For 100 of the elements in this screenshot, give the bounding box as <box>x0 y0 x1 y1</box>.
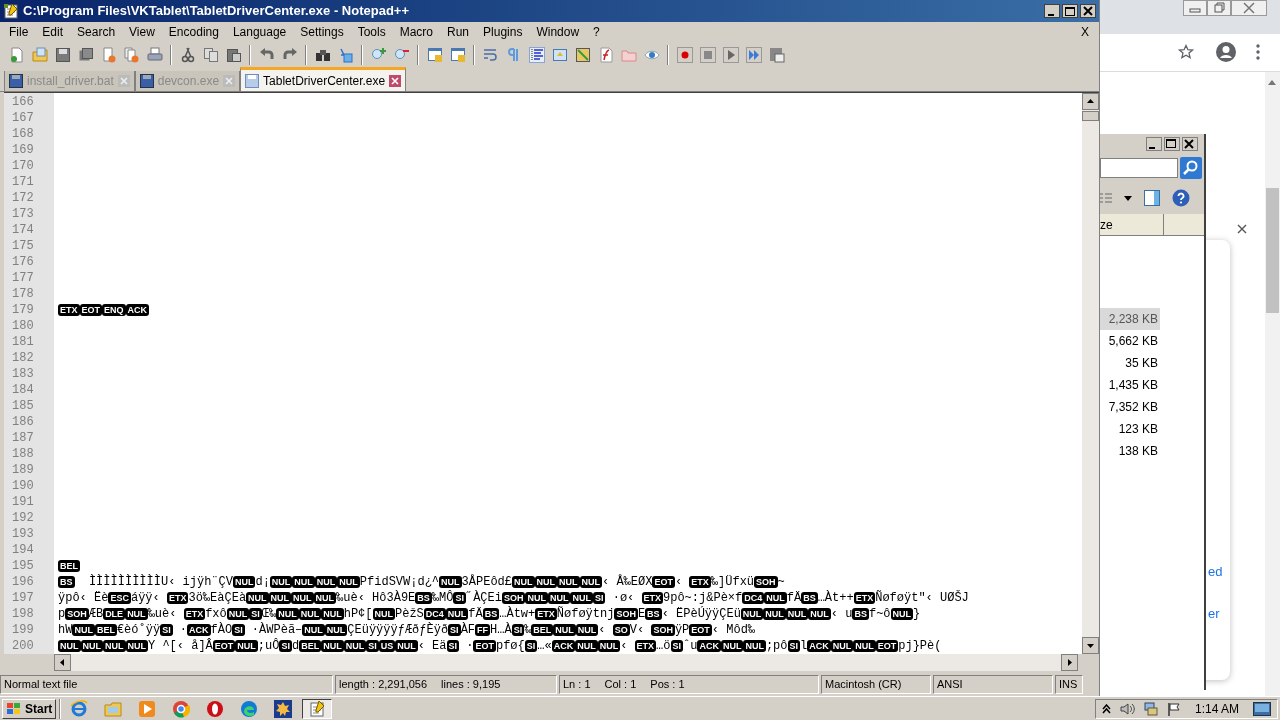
tab-label[interactable]: TabletDriverCenter.exe <box>263 71 386 90</box>
start-button[interactable]: Start <box>2 698 57 719</box>
control-char-badge: NUL <box>534 576 557 588</box>
scrollbar-thumb[interactable] <box>1266 188 1279 313</box>
dropdown-caret-icon[interactable] <box>1124 195 1132 201</box>
file-size[interactable]: 35 KB <box>1100 352 1160 374</box>
media-player-icon[interactable] <box>138 699 157 718</box>
menu-item[interactable]: Language <box>225 23 294 41</box>
line-number: 193 <box>11 526 35 542</box>
close-icon[interactable] <box>1080 4 1096 18</box>
close-document-button[interactable]: X <box>1073 23 1097 41</box>
file-size[interactable]: 138 KB <box>1100 440 1160 462</box>
file-size[interactable]: 2,238 KB <box>1100 308 1160 330</box>
menu-item[interactable]: Tools <box>350 23 393 41</box>
network-icon[interactable] <box>1142 701 1159 716</box>
replace-icon[interactable] <box>337 47 354 63</box>
function-list-icon[interactable] <box>597 47 614 63</box>
menu-item[interactable]: Encoding <box>161 23 226 41</box>
play-icon[interactable] <box>722 47 739 63</box>
menu-item[interactable]: Search <box>70 23 123 41</box>
menu-item[interactable]: Plugins <box>476 23 530 41</box>
speaker-icon[interactable] <box>1118 701 1135 716</box>
save-macro-icon[interactable] <box>768 47 785 63</box>
new-file-icon[interactable] <box>8 47 25 63</box>
chrome-icon[interactable] <box>172 699 191 718</box>
control-char-badge: SI <box>160 624 173 636</box>
close-icon[interactable] <box>1182 137 1198 151</box>
search-icon[interactable] <box>1180 157 1202 179</box>
minimize-icon[interactable] <box>1146 137 1162 151</box>
record-icon[interactable] <box>676 47 693 63</box>
help-icon[interactable] <box>1172 189 1190 207</box>
indent-guide-icon[interactable] <box>528 47 545 63</box>
burst-icon[interactable] <box>274 699 293 718</box>
code-text: p <box>58 606 66 622</box>
scroll-left-icon[interactable] <box>54 654 71 671</box>
menu-item[interactable]: Run <box>440 23 477 41</box>
code-text: 3ö‰EàÇEà <box>188 590 247 606</box>
menu-item[interactable]: Macro <box>392 23 440 41</box>
menu-item[interactable]: File <box>2 23 36 41</box>
search-field[interactable] <box>1100 158 1178 178</box>
scroll-down-icon[interactable] <box>1082 637 1099 654</box>
fast-forward-icon[interactable] <box>745 47 762 63</box>
status-text: ANSI <box>937 677 963 692</box>
code-text: ‰ <box>524 622 532 638</box>
sync-horizontal-icon[interactable] <box>449 47 466 63</box>
line-number: 168 <box>11 126 35 142</box>
edge-icon[interactable] <box>240 699 259 718</box>
copy-icon[interactable] <box>202 47 219 63</box>
restore-icon[interactable] <box>1207 0 1231 16</box>
flag-icon[interactable] <box>1166 701 1181 716</box>
browser-e-icon[interactable] <box>70 699 89 718</box>
map-icon[interactable] <box>574 47 591 63</box>
menu-item[interactable]: Edit <box>35 23 71 41</box>
save-all-icon[interactable] <box>77 47 94 63</box>
file-size[interactable]: 5,662 KB <box>1100 330 1160 352</box>
print-icon[interactable] <box>146 47 163 63</box>
word-wrap-icon[interactable] <box>482 47 499 63</box>
menu-item[interactable]: Settings <box>293 23 351 41</box>
file-size[interactable]: 1,435 KB <box>1100 374 1160 396</box>
menu-item[interactable]: View <box>122 23 162 41</box>
file-tab[interactable]: TabletDriverCenter.exe <box>240 67 407 91</box>
close-all-icon[interactable] <box>123 47 140 63</box>
maximize-icon[interactable] <box>1062 4 1078 18</box>
preview-pane-icon[interactable] <box>1144 190 1160 206</box>
control-char-badge: ETX <box>183 608 206 620</box>
file-size[interactable]: 123 KB <box>1100 418 1160 440</box>
chevron-up-icon[interactable] <box>1101 703 1111 714</box>
cut-icon[interactable] <box>179 47 196 63</box>
close-icon[interactable] <box>1237 224 1247 234</box>
stop-icon[interactable] <box>699 47 716 63</box>
star-icon[interactable] <box>1178 44 1194 60</box>
profile-icon[interactable] <box>1216 42 1236 62</box>
paste-icon[interactable] <box>225 47 242 63</box>
more-menu-icon[interactable] <box>1256 44 1260 60</box>
sync-vertical-icon[interactable] <box>426 47 443 63</box>
code-text: ‹ <box>598 622 607 638</box>
line-number: 166 <box>11 94 35 110</box>
save-icon[interactable] <box>54 47 71 63</box>
code-text: PèžS <box>395 606 424 622</box>
scroll-up-icon[interactable] <box>1082 93 1099 110</box>
menu-item[interactable]: Window <box>529 23 587 41</box>
control-char-badge: BEL <box>58 560 80 572</box>
notepad-icon[interactable] <box>308 699 327 718</box>
save-icon <box>245 73 260 88</box>
code-text: ‰uè‹ Hô3À9E <box>336 590 416 606</box>
menu-item[interactable]: ? <box>586 23 607 41</box>
link-text[interactable]: ed <box>1208 562 1223 582</box>
line-number: 187 <box>11 430 35 446</box>
scrollbar-thumb[interactable] <box>1082 111 1099 121</box>
minimize-icon[interactable] <box>1044 4 1060 18</box>
file-size[interactable]: 7,352 KB <box>1100 396 1160 418</box>
code-text: …ö <box>656 638 671 654</box>
close-file-icon[interactable] <box>100 47 117 63</box>
link-text[interactable]: er <box>1208 604 1220 624</box>
code-text: d <box>291 638 300 654</box>
opera-icon[interactable] <box>206 699 225 718</box>
scroll-right-icon[interactable] <box>1061 654 1078 671</box>
show-desktop-icon[interactable] <box>1253 701 1271 716</box>
maximize-icon[interactable] <box>1164 137 1180 151</box>
binoculars-icon[interactable] <box>314 47 331 63</box>
